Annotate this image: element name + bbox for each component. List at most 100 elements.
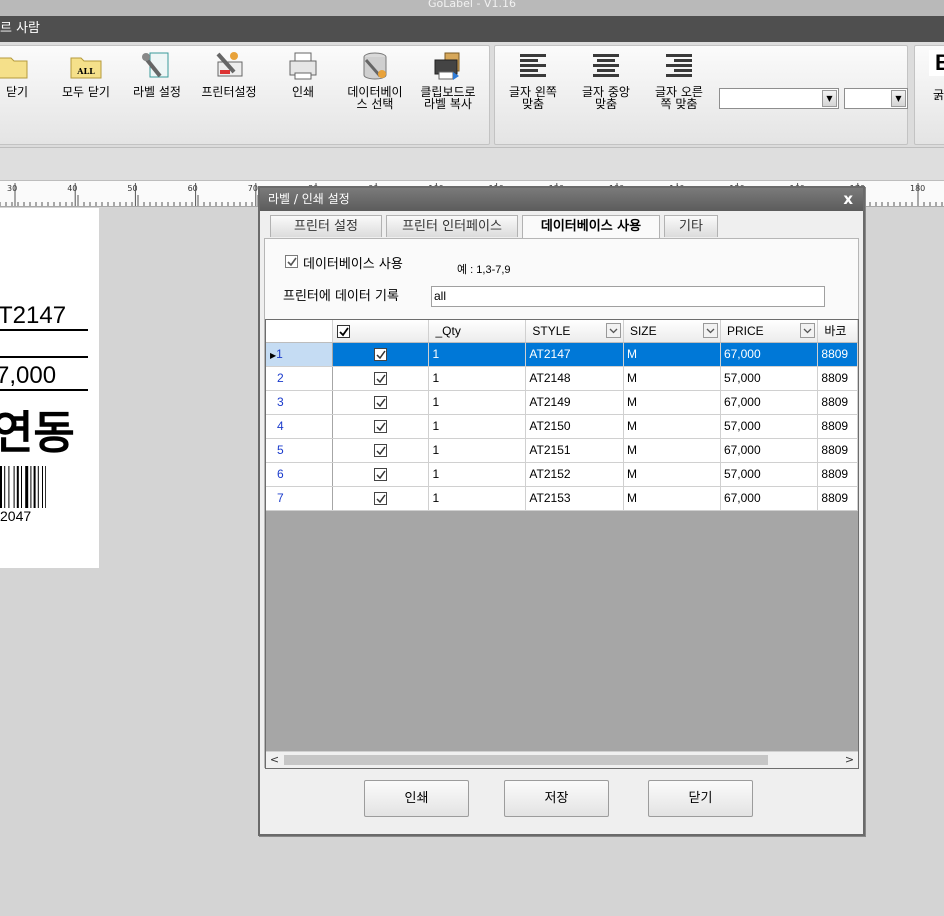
align-right-button[interactable]: 글자 오른 쪽 맞춤	[647, 50, 711, 110]
barcode-cell[interactable]: 8809	[817, 366, 858, 391]
table-row[interactable]: ▶1 1 AT2147 M 67,000 8809	[266, 342, 858, 367]
row-checkbox-cell[interactable]	[332, 390, 430, 415]
database-select-button[interactable]: 데이터베이 스 선택	[343, 50, 407, 110]
barcode-cell[interactable]: 8809	[817, 438, 858, 463]
align-center-button[interactable]: 글자 중앙 맞춤	[575, 50, 637, 110]
style-cell[interactable]: AT2147	[525, 342, 624, 367]
copy-to-clipboard-button[interactable]: 클립보드로 라벨 복사	[415, 50, 481, 110]
price-cell[interactable]: 57,000	[720, 414, 819, 439]
barcode-cell[interactable]: 8809	[817, 342, 858, 367]
row-number[interactable]: 7	[266, 486, 334, 511]
tab-printer-interface[interactable]: 프린터 인터페이스	[386, 215, 518, 237]
chevron-down-icon[interactable]: ▼	[891, 90, 906, 107]
chevron-down-icon[interactable]: ▼	[822, 90, 837, 107]
filter-dropdown-icon[interactable]	[605, 323, 621, 338]
label-barcode[interactable]	[0, 466, 46, 508]
size-cell[interactable]: M	[623, 414, 721, 439]
table-row[interactable]: 2 1 AT2148 M 57,000 8809	[266, 366, 858, 391]
row-checkbox[interactable]	[374, 492, 388, 505]
style-cell[interactable]: AT2150	[525, 414, 624, 439]
style-cell[interactable]: AT2151	[525, 438, 624, 463]
column-header-size[interactable]: SIZE	[623, 320, 721, 343]
style-cell[interactable]: AT2149	[525, 390, 624, 415]
label-price-text[interactable]: 7,000	[0, 362, 56, 390]
bold-button[interactable]: B	[929, 50, 944, 76]
column-header-qty[interactable]: _Qty	[428, 320, 527, 343]
qty-cell[interactable]: 1	[428, 486, 527, 511]
qty-cell[interactable]: 1	[428, 438, 527, 463]
price-cell[interactable]: 67,000	[720, 342, 819, 367]
close-all-button[interactable]: ALL 모두 닫기	[57, 50, 115, 98]
size-cell[interactable]: M	[623, 486, 721, 511]
table-row[interactable]: 5 1 AT2151 M 67,000 8809	[266, 438, 858, 463]
row-number[interactable]: 4	[266, 414, 334, 439]
row-checkbox-cell[interactable]	[332, 438, 430, 463]
print-button[interactable]: 인쇄	[283, 50, 323, 98]
row-number[interactable]: 3	[266, 390, 334, 415]
row-checkbox[interactable]	[374, 372, 388, 385]
barcode-cell[interactable]: 8809	[817, 390, 858, 415]
style-cell[interactable]: AT2152	[525, 462, 624, 487]
scrollbar-thumb[interactable]	[284, 755, 768, 765]
qty-cell[interactable]: 1	[428, 414, 527, 439]
table-row[interactable]: 3 1 AT2149 M 67,000 8809	[266, 390, 858, 415]
row-checkbox-cell[interactable]	[332, 486, 430, 511]
price-cell[interactable]: 57,000	[720, 366, 819, 391]
dialog-title-bar[interactable]: 라벨 / 인쇄 설정 x	[260, 188, 863, 211]
column-header-price[interactable]: PRICE	[720, 320, 819, 343]
style-cell[interactable]: AT2148	[525, 366, 624, 391]
label-settings-button[interactable]: 라벨 설정	[127, 50, 187, 98]
filter-dropdown-icon[interactable]	[800, 323, 816, 338]
row-checkbox-cell[interactable]	[332, 414, 430, 439]
row-number[interactable]: 6	[266, 462, 334, 487]
size-cell[interactable]: M	[623, 342, 721, 367]
qty-cell[interactable]: 1	[428, 366, 527, 391]
row-number[interactable]: ▶1	[266, 342, 334, 367]
row-number[interactable]: 5	[266, 438, 334, 463]
size-cell[interactable]: M	[623, 438, 721, 463]
print-button[interactable]: 인쇄	[364, 780, 469, 817]
price-cell[interactable]: 67,000	[720, 486, 819, 511]
price-cell[interactable]: 57,000	[720, 462, 819, 487]
size-cell[interactable]: M	[623, 462, 721, 487]
price-cell[interactable]: 67,000	[720, 390, 819, 415]
row-checkbox[interactable]	[374, 348, 388, 361]
row-checkbox[interactable]	[374, 468, 388, 481]
use-database-checkbox[interactable]	[285, 255, 298, 268]
scroll-left-icon[interactable]: <	[266, 752, 283, 768]
price-cell[interactable]: 67,000	[720, 438, 819, 463]
style-cell[interactable]: AT2153	[525, 486, 624, 511]
tab-other[interactable]: 기타	[664, 215, 718, 237]
tab-database[interactable]: 데이터베이스 사용	[522, 215, 660, 238]
row-number[interactable]: 2	[266, 366, 334, 391]
table-row[interactable]: 7 1 AT2153 M 67,000 8809	[266, 486, 858, 511]
close-button[interactable]: 닫기	[0, 50, 37, 98]
size-cell[interactable]: M	[623, 366, 721, 391]
label-canvas[interactable]: T2147 7,000 연동 2047	[0, 208, 99, 568]
filter-dropdown-icon[interactable]	[702, 323, 718, 338]
row-checkbox-cell[interactable]	[332, 342, 430, 367]
table-row[interactable]: 4 1 AT2150 M 57,000 8809	[266, 414, 858, 439]
horizontal-scrollbar[interactable]: < >	[266, 751, 858, 768]
select-all-checkbox[interactable]	[337, 324, 351, 338]
label-big-text[interactable]: 연동	[0, 396, 75, 461]
barcode-cell[interactable]: 8809	[817, 414, 858, 439]
qty-cell[interactable]: 1	[428, 462, 527, 487]
font-size-combo[interactable]: ▼	[844, 88, 908, 109]
row-checkbox-cell[interactable]	[332, 462, 430, 487]
tab-printer-settings[interactable]: 프린터 설정	[270, 215, 382, 237]
close-icon[interactable]: x	[843, 188, 853, 211]
align-left-button[interactable]: 글자 왼쪽 맞춤	[503, 50, 563, 110]
close-button[interactable]: 닫기	[648, 780, 753, 817]
column-header-style[interactable]: STYLE	[525, 320, 624, 343]
database-grid[interactable]: _Qty STYLE SIZE PRICE 바코 ▶1 1 AT2147 M 67,00…	[265, 319, 859, 769]
label-style-text[interactable]: T2147	[0, 302, 66, 330]
qty-cell[interactable]: 1	[428, 342, 527, 367]
font-name-combo[interactable]: ▼	[719, 88, 839, 109]
scroll-right-icon[interactable]: >	[841, 752, 858, 768]
barcode-cell[interactable]: 8809	[817, 462, 858, 487]
table-row[interactable]: 6 1 AT2152 M 57,000 8809	[266, 462, 858, 487]
size-cell[interactable]: M	[623, 390, 721, 415]
select-all-header[interactable]	[332, 320, 430, 343]
printer-settings-button[interactable]: 프린터설정	[197, 50, 261, 98]
